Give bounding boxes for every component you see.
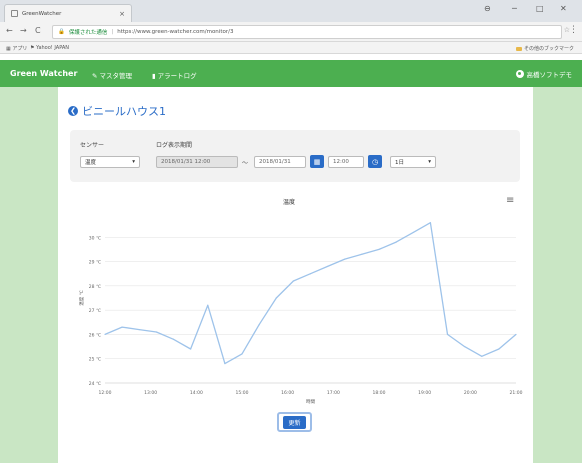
update-button[interactable]: 更新 [277,412,312,432]
data-point [275,297,277,299]
x-tick-label: 15:00 [236,390,249,396]
x-tick-label: 18:00 [373,390,386,396]
data-point [327,265,329,268]
data-point [344,258,346,260]
x-axis-label: 時間 [306,399,315,405]
data-point [464,345,466,348]
data-point [446,333,449,336]
data-point [498,348,500,350]
data-point [515,333,517,336]
data-point [241,353,243,355]
y-tick-label: 27 ℃ [89,308,101,314]
data-point [207,304,209,306]
x-tick-label: 19:00 [418,390,431,396]
y-tick-label: 29 ℃ [89,260,101,266]
x-tick-label: 12:00 [99,390,112,396]
x-tick-label: 14:00 [190,390,203,396]
data-point [258,324,260,326]
data-point [429,222,431,224]
y-axis-label: 温度 ℃ [78,290,85,305]
y-tick-label: 24 ℃ [89,381,101,387]
x-tick-label: 16:00 [281,390,294,396]
data-point [224,362,226,365]
data-point [481,355,483,357]
temperature-chart: 24 ℃ 25 ℃ 26 ℃ 27 ℃ 28 ℃ 29 ℃ 30 ℃ 12:00 13:00 14… [78,222,523,405]
data-point [121,326,123,328]
y-tick-label: 28 ℃ [89,284,101,290]
data-point [412,231,414,234]
data-point [309,273,312,275]
y-tick-label: 30 ℃ [89,235,101,241]
data-point [361,253,363,255]
data-point [292,280,294,282]
data-point [155,331,157,333]
update-button-label: 更新 [283,415,306,429]
x-tick-label: 21:00 [510,390,523,396]
x-tick-label: 17:00 [327,390,340,396]
data-point [190,348,192,350]
data-point [172,338,175,340]
y-tick-label: 25 ℃ [89,357,101,363]
data-point [138,328,140,331]
x-tick-label: 20:00 [464,390,477,396]
data-point [395,241,397,243]
y-tick-label: 26 ℃ [89,332,101,338]
data-point [378,248,380,251]
temperature-series-line [104,222,517,365]
data-point [104,333,106,336]
x-tick-label: 13:00 [144,390,157,396]
